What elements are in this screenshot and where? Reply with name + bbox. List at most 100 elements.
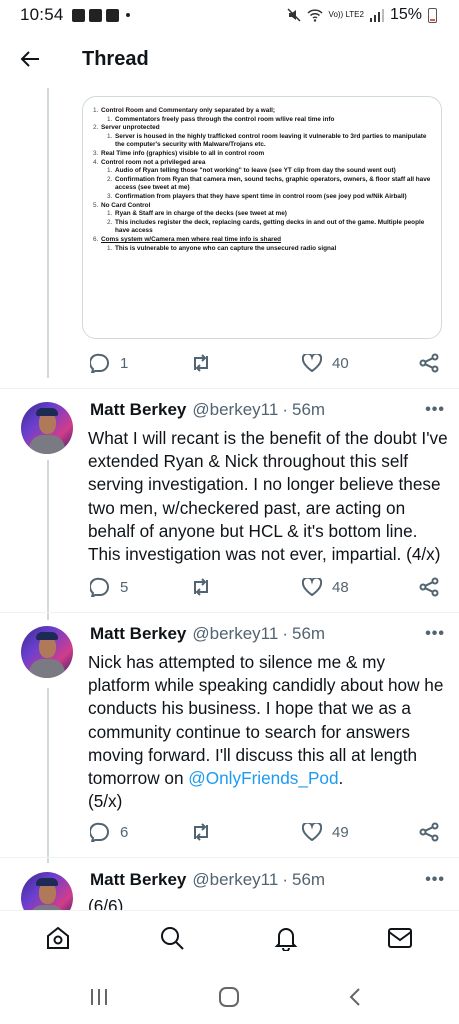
tweet-text: Nick has attempted to silence me & my pl… — [88, 651, 450, 813]
author-name[interactable]: Matt Berkey — [90, 870, 186, 890]
outline-number: 1. — [107, 132, 113, 140]
divider — [0, 612, 459, 613]
system-navigation — [0, 966, 459, 1024]
status-right: Vo)) LTE2 15% — [287, 6, 437, 24]
outline-item: 3. Real Time info (graphics) visible to a… — [93, 150, 433, 159]
divider — [0, 388, 459, 389]
share-button[interactable] — [419, 822, 439, 842]
messages-tab[interactable] — [385, 923, 415, 953]
more-options-icon[interactable]: ••• — [425, 871, 445, 889]
author-handle[interactable]: @berkey11 — [192, 624, 278, 644]
outline-item: 4. Control room not a privileged area — [93, 159, 433, 168]
outline-text: No Card Control — [101, 201, 151, 209]
bell-icon — [274, 928, 298, 951]
signal-icon — [369, 8, 384, 22]
avatar[interactable] — [21, 402, 73, 454]
tweet-actions: 1 40 — [82, 348, 447, 378]
outline-number: 6. — [93, 235, 99, 243]
outline-item: 1. Audio of Ryan telling those "not worki… — [93, 167, 433, 176]
like-button[interactable]: 40 — [302, 354, 349, 372]
back-system-button[interactable] — [340, 984, 370, 1010]
retweet-icon — [194, 823, 208, 841]
outline-number: 1. — [93, 107, 99, 114]
outline-text: Coms system w/Camera men where real time… — [101, 235, 282, 243]
tweet-actions: 6 49 — [82, 817, 447, 847]
outline-item: 1. Commentators freely pass through the c… — [93, 116, 433, 125]
outline-text: This includes register the deck, replaci… — [115, 218, 425, 235]
reply-count: 5 — [120, 578, 129, 596]
outline-number: 4. — [93, 158, 99, 166]
home-tab[interactable] — [43, 923, 73, 953]
more-options-icon[interactable]: ••• — [425, 401, 445, 419]
reply-icon — [90, 822, 109, 842]
retweet-button[interactable] — [190, 823, 212, 841]
recents-icon — [91, 989, 107, 1005]
tweet-text: (6/6) — [88, 896, 124, 910]
thread-connector — [47, 88, 49, 378]
outline-number: 1. — [107, 167, 113, 175]
outline-number: 3. — [107, 192, 113, 200]
retweet-icon — [194, 578, 208, 596]
separator: · — [282, 870, 288, 889]
outline-item: 3. Confirmation from players that they ha… — [93, 193, 433, 202]
reply-button[interactable]: 1 — [90, 353, 128, 373]
tweet-time: 56m — [291, 870, 326, 889]
search-tab[interactable] — [157, 923, 187, 953]
outline-item: 6. Coms system w/Camera men where real ti… — [93, 236, 433, 245]
retweet-icon — [194, 354, 208, 372]
back-button[interactable] — [0, 30, 60, 88]
tweet-header: Matt Berkey @berkey11 · 56m ••• — [90, 622, 445, 646]
mention-link[interactable]: @OnlyFriends_Pod — [188, 768, 338, 788]
search-icon — [161, 927, 184, 950]
more-options-icon[interactable]: ••• — [425, 625, 445, 643]
outline-text: Control room not a privileged area — [101, 158, 206, 166]
mute-icon — [287, 8, 301, 22]
outline-text: Confirmation from Ryan that camera men, … — [115, 175, 431, 192]
reply-icon — [90, 577, 109, 597]
outline-number: 1. — [107, 210, 113, 218]
author-handle[interactable]: @berkey11 — [192, 400, 278, 420]
like-button[interactable]: 49 — [302, 823, 349, 841]
reply-button[interactable]: 6 — [90, 822, 128, 842]
retweet-button[interactable] — [190, 354, 212, 372]
outline-number: 2. — [107, 175, 113, 183]
heart-icon — [302, 823, 322, 841]
share-button[interactable] — [419, 353, 439, 373]
like-button[interactable]: 48 — [302, 578, 349, 596]
author-name[interactable]: Matt Berkey — [90, 400, 186, 420]
attached-image[interactable]: 1. Control Room and Commentary only separ… — [82, 96, 442, 339]
outline-item: 2. Server unprotected — [93, 124, 433, 133]
author-handle[interactable]: @berkey11 — [192, 870, 278, 890]
outline-item: 1. Control Room and Commentary only separ… — [93, 107, 433, 116]
home-system-button[interactable] — [214, 984, 244, 1010]
retweet-button[interactable] — [190, 578, 212, 596]
like-count: 48 — [332, 578, 349, 596]
avatar[interactable] — [21, 626, 73, 678]
separator: · — [282, 400, 288, 419]
home-button-icon — [219, 987, 239, 1007]
home-icon — [47, 926, 69, 949]
thread-connector — [47, 460, 49, 620]
tweet-time: 56m — [291, 624, 326, 643]
gallery-notification-icon — [71, 8, 85, 22]
outline-number: 1. — [107, 244, 113, 252]
app-notification-icon — [88, 8, 102, 22]
recent-apps-button[interactable] — [84, 984, 114, 1010]
outline-text: Server unprotected — [101, 124, 160, 132]
outline-item: 1. Server is housed in the highly traffic… — [93, 133, 433, 150]
notifications-tab[interactable] — [271, 923, 301, 953]
tweet-header: Matt Berkey @berkey11 · 56m ••• — [90, 398, 445, 422]
battery-icon — [428, 7, 437, 23]
page-title: Thread — [82, 47, 149, 70]
more-notifications-icon — [125, 13, 130, 17]
outline-item: 2. Confirmation from Ryan that camera men… — [93, 176, 433, 193]
reply-button[interactable]: 5 — [90, 577, 128, 597]
share-button[interactable] — [419, 577, 439, 597]
reply-count: 1 — [120, 354, 129, 372]
share-icon — [419, 353, 439, 373]
author-name[interactable]: Matt Berkey — [90, 624, 186, 644]
bottom-nav — [0, 910, 459, 966]
outline-text: Commentators freely pass through the con… — [115, 115, 335, 123]
tweet-text-part: . — [338, 768, 344, 789]
status-bar: 10:54 Vo)) LTE2 15% — [0, 0, 459, 30]
